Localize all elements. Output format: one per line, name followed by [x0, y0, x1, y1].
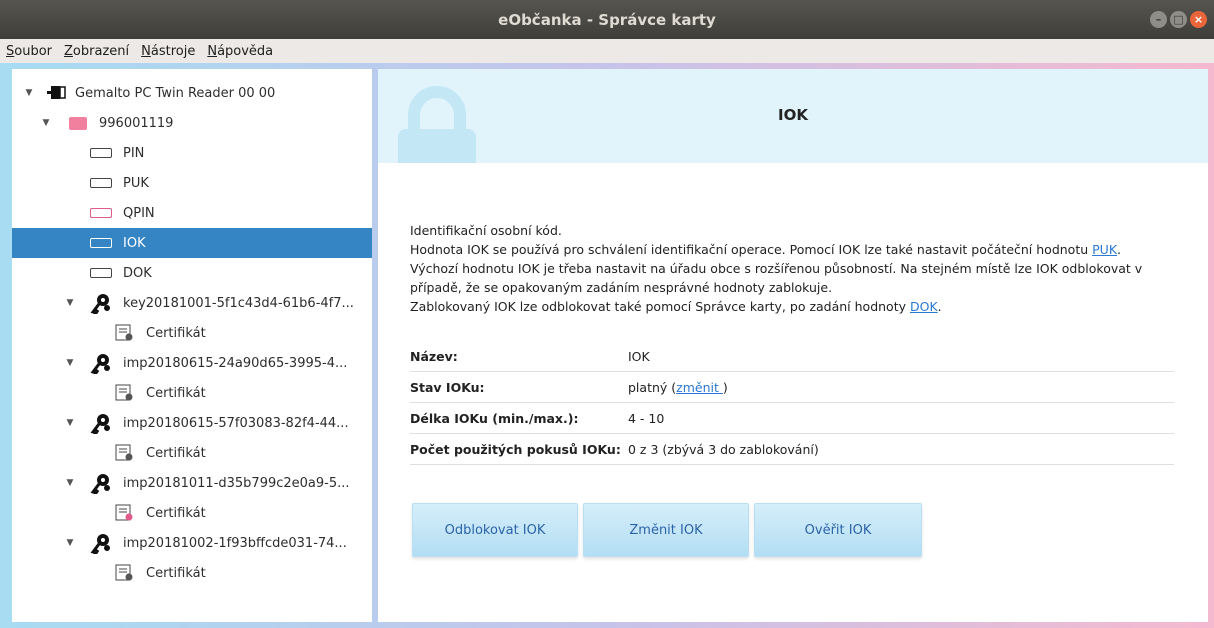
detail-panel: IOK Identifikační osobní kód. Hodnota IO… — [378, 69, 1208, 622]
menu-soubor[interactable]: Soubor — [6, 44, 52, 59]
dok-link[interactable]: DOK — [910, 299, 938, 314]
keypad-icon — [90, 178, 112, 188]
certificate-icon — [115, 444, 135, 462]
property-row: Délka IOKu (min./max.): 4 - 10 — [410, 403, 1174, 434]
tree-item-key[interactable]: ▼ imp20180615-57f03083-82f4-44... — [12, 408, 372, 438]
properties-table: Název: IOK Stav IOKu: platný (změnit ) D… — [410, 341, 1174, 465]
unblock-iok-button[interactable]: Odblokovat IOK — [412, 503, 578, 557]
menu-napoveda[interactable]: Nápověda — [207, 44, 273, 59]
tree-item-certificate[interactable]: Certifikát — [12, 378, 372, 408]
title-bar[interactable]: eObčanka - Správce karty – □ × — [0, 0, 1214, 39]
app-window: eObčanka - Správce karty – □ × Soubor Zo… — [0, 0, 1214, 628]
verify-iok-button[interactable]: Ověřit IOK — [754, 503, 922, 557]
expand-arrow-icon[interactable]: ▼ — [65, 418, 75, 428]
tree-item-key[interactable]: ▼ imp20181002-1f93bffcde031-74... — [12, 528, 372, 558]
keypad-icon — [90, 268, 112, 278]
window-controls: – □ × — [1150, 11, 1207, 28]
key-pair-icon — [90, 532, 112, 555]
expand-arrow-icon[interactable]: ▼ — [24, 88, 34, 98]
expand-arrow-icon[interactable]: ▼ — [65, 298, 75, 308]
detail-banner: IOK — [378, 69, 1208, 163]
tree-item-iok[interactable]: IOK — [12, 228, 372, 258]
tree-item-card[interactable]: ▼ 996001119 — [12, 108, 372, 138]
tree-item-key[interactable]: ▼ imp20181011-d35b799c2e0a9-5... — [12, 468, 372, 498]
tree-item-certificate[interactable]: Certifikát — [12, 498, 372, 528]
keypad-icon — [90, 238, 112, 248]
certificate-icon — [115, 324, 135, 342]
expand-arrow-icon[interactable]: ▼ — [41, 118, 51, 128]
change-state-link[interactable]: změnit — [676, 380, 723, 395]
key-pair-icon — [90, 472, 112, 495]
id-card-icon — [69, 117, 87, 130]
content-frame: ▼ Gemalto PC Twin Reader 00 00 ▼ 9960011… — [0, 63, 1214, 628]
key-pair-icon — [90, 292, 112, 315]
tree-item-qpin[interactable]: QPIN — [12, 198, 372, 228]
certificate-icon — [115, 384, 135, 402]
keypad-icon — [90, 148, 112, 158]
change-iok-button[interactable]: Změnit IOK — [583, 503, 749, 557]
menu-bar: Soubor Zobrazení Nástroje Nápověda — [0, 39, 1214, 63]
tree-item-puk[interactable]: PUK — [12, 168, 372, 198]
maximize-button[interactable]: □ — [1170, 11, 1187, 28]
expand-arrow-icon[interactable]: ▼ — [65, 478, 75, 488]
card-tree[interactable]: ▼ Gemalto PC Twin Reader 00 00 ▼ 9960011… — [12, 69, 372, 622]
certificate-icon — [115, 504, 135, 522]
tree-item-certificate[interactable]: Certifikát — [12, 438, 372, 468]
expand-arrow-icon[interactable]: ▼ — [65, 538, 75, 548]
puk-link[interactable]: PUK — [1092, 242, 1117, 257]
close-button[interactable]: × — [1190, 11, 1207, 28]
tree-item-certificate[interactable]: Certifikát — [12, 318, 372, 348]
key-pair-icon — [90, 352, 112, 375]
menu-zobrazeni[interactable]: Zobrazení — [64, 44, 129, 59]
tree-item-certificate[interactable]: Certifikát — [12, 558, 372, 588]
tree-item-dok[interactable]: DOK — [12, 258, 372, 288]
property-row: Název: IOK — [410, 341, 1174, 372]
keypad-icon — [90, 208, 112, 218]
card-reader-icon — [46, 85, 66, 100]
key-pair-icon — [90, 412, 112, 435]
window-title: eObčanka - Správce karty — [498, 10, 716, 29]
minimize-button[interactable]: – — [1150, 11, 1167, 28]
certificate-icon — [115, 564, 135, 582]
property-row: Počet použitých pokusů IOKu: 0 z 3 (zbýv… — [410, 434, 1174, 465]
detail-title: IOK — [778, 106, 808, 124]
expand-arrow-icon[interactable]: ▼ — [65, 358, 75, 368]
property-row: Stav IOKu: platný (změnit ) — [410, 372, 1174, 403]
tree-item-pin[interactable]: PIN — [12, 138, 372, 168]
tree-item-key[interactable]: ▼ key20181001-5f1c43d4-61b6-4f7... — [12, 288, 372, 318]
tree-item-key[interactable]: ▼ imp20180615-24a90d65-3995-4... — [12, 348, 372, 378]
description: Identifikační osobní kód. Hodnota IOK se… — [410, 223, 1143, 314]
menu-nastroje[interactable]: Nástroje — [141, 44, 195, 59]
tree-item-reader[interactable]: ▼ Gemalto PC Twin Reader 00 00 — [12, 78, 372, 108]
